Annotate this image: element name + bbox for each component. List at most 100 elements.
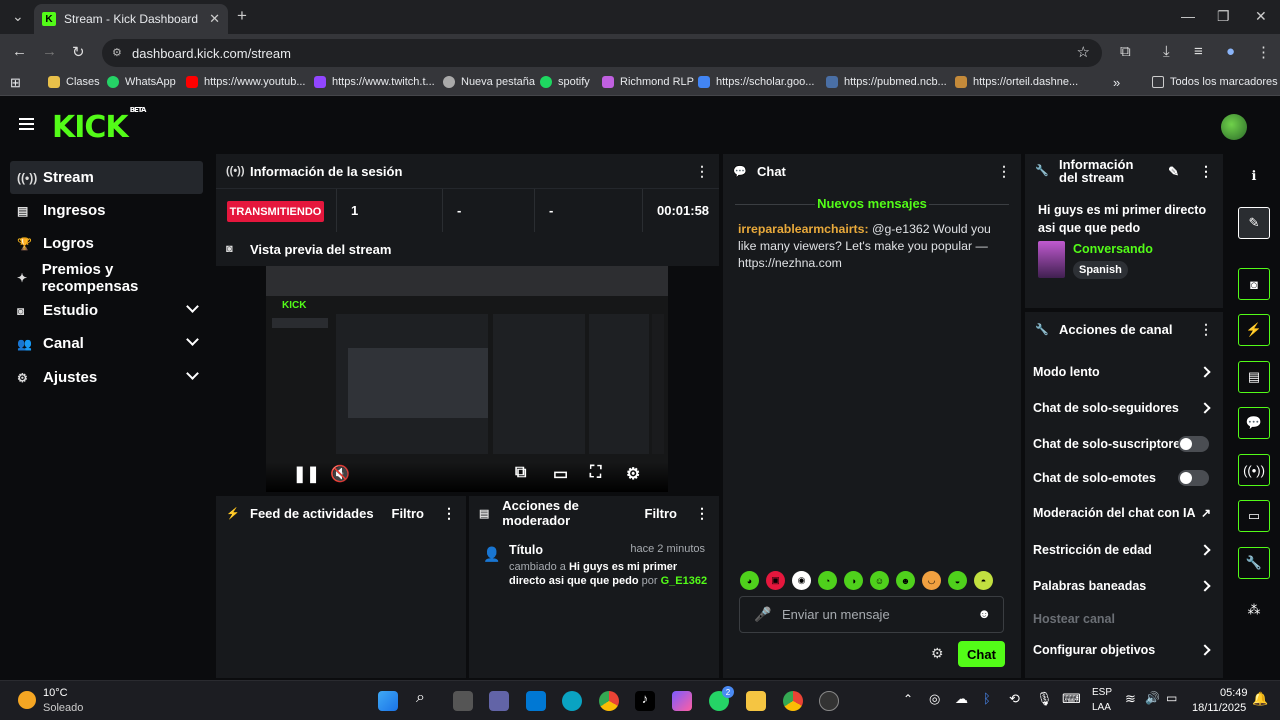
close-window-icon[interactable]: ✕ xyxy=(1255,8,1267,25)
maximize-icon[interactable]: ❐ xyxy=(1217,8,1230,25)
moderator-filter-button[interactable]: Filtro xyxy=(645,506,678,521)
more-options-icon[interactable]: ⋮ xyxy=(1199,164,1213,178)
new-tab-icon[interactable]: + xyxy=(237,6,247,26)
category-name[interactable]: Conversando xyxy=(1073,242,1153,256)
camera-icon[interactable]: ◙ xyxy=(1238,268,1270,300)
emote-icon[interactable]: ◕ xyxy=(740,571,759,590)
category-thumbnail[interactable] xyxy=(1038,241,1065,278)
bookmark-item[interactable]: WhatsApp xyxy=(107,76,176,88)
wifi-icon[interactable]: ≋ xyxy=(1125,691,1136,707)
forward-icon[interactable]: → xyxy=(42,43,57,60)
video-icon[interactable]: ▭ xyxy=(1238,500,1270,532)
more-options-icon[interactable]: ⋮ xyxy=(695,505,709,522)
whatsapp-icon[interactable]: 2 xyxy=(709,686,734,711)
emote-icon[interactable]: ▣ xyxy=(766,571,785,590)
profile-icon[interactable]: ● xyxy=(1226,43,1235,60)
settings-icon[interactable]: ⚙ xyxy=(626,464,640,484)
info-icon[interactable]: ℹ xyxy=(1238,160,1270,192)
battery-icon[interactable]: ▭ xyxy=(1166,691,1177,705)
url-field[interactable]: ⚙ dashboard.kick.com/stream ☆ xyxy=(102,39,1102,67)
wrench-icon[interactable]: 🔧 xyxy=(1238,547,1270,579)
edit-pencil-icon[interactable]: ✎ xyxy=(1168,165,1179,178)
edge-icon[interactable] xyxy=(562,691,582,711)
more-options-icon[interactable]: ⋮ xyxy=(695,163,709,180)
copilot-icon[interactable] xyxy=(672,691,692,711)
task-view-icon[interactable] xyxy=(453,691,473,711)
mute-icon[interactable]: 🔇 xyxy=(330,464,350,484)
notifications-icon[interactable]: 🔔 xyxy=(1252,691,1268,707)
tray-app-icon[interactable]: ◎ xyxy=(929,691,940,707)
emoji-picker-icon[interactable]: ☻ xyxy=(977,606,991,621)
bookmark-item[interactable]: spotify xyxy=(540,76,590,88)
bookmark-star-icon[interactable]: ☆ xyxy=(1077,43,1090,61)
more-options-icon[interactable]: ⋮ xyxy=(1199,321,1213,338)
teams-icon[interactable] xyxy=(489,691,509,711)
pause-icon[interactable]: ❚❚ xyxy=(293,464,320,484)
emote-icon[interactable]: ◒ xyxy=(948,571,967,590)
tray-chevron-icon[interactable]: ⌃ xyxy=(903,692,913,706)
volume-icon[interactable]: 🔊 xyxy=(1145,691,1160,705)
add-widget-icon[interactable]: ⁂ xyxy=(1238,594,1270,626)
sidebar-item-premios[interactable]: ✦ Premios y recompensas xyxy=(10,261,203,295)
bookmark-item[interactable]: https://www.youtub... xyxy=(186,76,306,88)
emote-icon[interactable]: ◡ xyxy=(922,571,941,590)
edit-stream-icon[interactable]: ✎ xyxy=(1238,207,1270,239)
microphone-icon[interactable]: 🎤 xyxy=(754,606,771,623)
stream-preview-video[interactable]: KICK xyxy=(266,266,668,492)
tab-search-icon[interactable]: ⌄ xyxy=(12,8,24,25)
chat-message-input[interactable]: 🎤 Enviar un mensaje ☻ xyxy=(739,596,1004,633)
hamburger-menu-icon[interactable] xyxy=(19,118,34,130)
bookmark-item[interactable]: Richmond RLP xyxy=(602,76,694,88)
subscribers-only-toggle[interactable] xyxy=(1178,436,1209,452)
browser-tab[interactable]: K Stream - Kick Dashboard ✕ xyxy=(34,4,228,34)
back-icon[interactable]: ← xyxy=(12,43,27,60)
sidebar-item-logros[interactable]: 🏆 Logros xyxy=(10,227,203,260)
feed-filter-button[interactable]: Filtro xyxy=(392,506,425,521)
menu-icon[interactable]: ⋮ xyxy=(1256,43,1271,61)
emote-icon[interactable]: ◉ xyxy=(792,571,811,590)
tiktok-icon[interactable]: ♪ xyxy=(635,691,655,711)
send-chat-button[interactable]: Chat xyxy=(958,641,1005,667)
input-lang-primary[interactable]: ESP xyxy=(1092,687,1112,698)
bookmark-item[interactable]: Nueva pestaña xyxy=(443,76,535,88)
more-options-icon[interactable]: ⋮ xyxy=(997,163,1011,180)
banned-words-item[interactable]: Palabras baneadas xyxy=(1033,579,1215,593)
chrome-icon[interactable] xyxy=(599,691,619,711)
document-icon[interactable]: ▤ xyxy=(1238,361,1270,393)
bookmark-item[interactable]: https://pubmed.ncb... xyxy=(826,76,947,88)
download-icon[interactable]: ⤓ xyxy=(1163,43,1170,60)
media-icon[interactable]: ≡ xyxy=(1194,43,1203,60)
chat-username[interactable]: irreparablearmchairts: xyxy=(738,222,869,236)
apps-icon[interactable]: ⊞ xyxy=(10,75,21,91)
sync-icon[interactable]: ⟲ xyxy=(1009,691,1020,707)
followers-only-item[interactable]: Chat de solo-seguidores xyxy=(1033,401,1215,415)
cloud-icon[interactable]: ☁ xyxy=(955,691,968,707)
emote-icon[interactable]: ☺ xyxy=(870,571,889,590)
emotes-only-toggle[interactable] xyxy=(1178,470,1209,486)
outlook-icon[interactable] xyxy=(526,691,546,711)
reload-icon[interactable]: ↻ xyxy=(72,43,85,61)
obs-icon[interactable] xyxy=(819,691,839,711)
bookmark-item[interactable]: https://orteil.dashne... xyxy=(955,76,1078,88)
bookmark-item[interactable]: https://scholar.goo... xyxy=(698,76,814,88)
sidebar-item-estudio[interactable]: ◙ Estudio xyxy=(10,294,203,327)
age-restriction-item[interactable]: Restricción de edad xyxy=(1033,543,1215,557)
slow-mode-item[interactable]: Modo lento xyxy=(1033,365,1215,379)
sidebar-item-stream[interactable]: ((•)) Stream xyxy=(10,161,203,194)
bookmark-item[interactable]: https://www.twitch.t... xyxy=(314,76,435,88)
broadcast-icon[interactable]: ((•)) xyxy=(1238,454,1270,486)
site-info-icon[interactable]: ⚙ xyxy=(112,46,122,59)
bolt-icon[interactable]: ⚡ xyxy=(1238,314,1270,346)
emote-icon[interactable]: ◑ xyxy=(844,571,863,590)
emote-icon[interactable]: ◔ xyxy=(818,571,837,590)
ai-moderation-item[interactable]: Moderación del chat con IA ↗ xyxy=(1033,506,1215,520)
search-icon[interactable]: ⌕ xyxy=(416,689,436,709)
bluetooth-icon[interactable]: ᛒ xyxy=(983,691,991,706)
chat-bubble-icon[interactable]: 💬 xyxy=(1238,407,1270,439)
clock-date[interactable]: 18/11/2025 xyxy=(1192,702,1246,714)
theater-mode-icon[interactable]: ▭ xyxy=(553,464,568,484)
kick-logo[interactable]: KICK BETA xyxy=(52,106,146,145)
fullscreen-icon[interactable]: ⛶ xyxy=(590,464,601,482)
emote-icon[interactable]: ☻ xyxy=(896,571,915,590)
keyboard-icon[interactable]: ⌨ xyxy=(1062,691,1081,707)
